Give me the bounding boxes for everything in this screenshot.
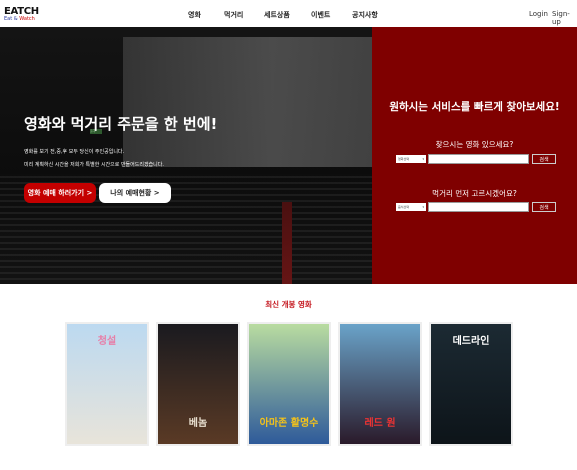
hero-line-2: 미리 계획하신 시간을 저희가 특별한 시간으로 만들어드리겠습니다. [24,162,164,168]
aisle-lights [282,202,292,284]
movie-poster[interactable]: 레드 원 [338,322,422,446]
quick-search-panel: 원하시는 서비스를 빠르게 찾아보세요! 찾으시는 영화 있으세요? 영화선택 ▾… [372,27,577,284]
hero-title: 영화와 먹거리 주문을 한 번에! [24,115,218,133]
nav-food[interactable]: 먹거리 [224,10,243,20]
food-question: 먹거리 먼저 고르시겠어요? [432,189,517,198]
poster-title: 데드라인 [452,336,490,347]
poster-title: 청설 [97,336,117,347]
movie-poster[interactable]: 청설 [65,322,149,446]
hero-banner: 출구 [0,27,372,284]
food-select-value: 음식선택 [398,205,410,209]
signup-link[interactable]: Sign-up [552,10,577,26]
movie-search-button[interactable]: 검색 [532,154,556,164]
movie-question: 찾으시는 영화 있으세요? [435,140,514,149]
movie-search-input[interactable] [428,154,529,164]
my-bookings-button[interactable]: 나의 예매현황 > [99,183,171,203]
poster-title: 레드 원 [364,418,396,429]
food-select[interactable]: 음식선택 ▾ [396,203,426,211]
nav-notice[interactable]: 공지사항 [352,10,378,20]
movie-poster[interactable]: 베놈 [156,322,240,446]
hero-line-1: 영화를 보기 전,중,후 모두 당신이 주인공입니다. [24,149,125,155]
poster-title: 아마존 활명수 [259,418,319,429]
latest-movies-title: 최신 개봉 영화 [265,300,312,309]
cinema-screen-image [123,37,372,167]
movie-poster[interactable]: 아마존 활명수 [247,322,331,446]
nav-event[interactable]: 이벤트 [311,10,330,20]
logo-title: EATCH [4,6,39,17]
panel-title: 원하시는 서비스를 빠르게 찾아보세요! [389,101,560,113]
movie-select-value: 영화선택 [398,157,410,161]
movie-poster[interactable]: 데드라인 [429,322,513,446]
poster-title: 베놈 [188,418,208,429]
nav-set[interactable]: 세트상품 [264,10,290,20]
food-search-button[interactable]: 검색 [532,202,556,212]
nav-movie[interactable]: 영화 [188,10,201,20]
movie-select[interactable]: 영화선택 ▾ [396,155,426,163]
chevron-down-icon: ▾ [422,205,424,209]
chevron-down-icon: ▾ [422,157,424,161]
logo[interactable]: EATCH Eat & Watch [4,6,39,23]
book-movie-button[interactable]: 영화 예매 하러가기 > [24,183,96,203]
logo-sub-watch: Watch [19,16,35,22]
header: EATCH Eat & Watch 영화 먹거리 세트상품 이벤트 공지사항 L… [0,0,577,27]
login-link[interactable]: Login [529,10,548,18]
logo-sub-eat: Eat & [4,16,18,22]
food-search-input[interactable] [428,202,529,212]
